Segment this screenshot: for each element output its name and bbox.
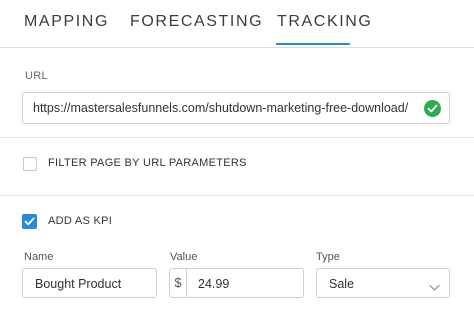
check-circle-icon: [424, 100, 441, 117]
tab-tracking[interactable]: TRACKING: [277, 13, 372, 31]
url-input[interactable]: https://mastersalesfunnels.com/shutdown-…: [22, 92, 450, 124]
value-field-label: Value: [170, 251, 198, 263]
add-as-kpi-label: ADD AS KPI: [48, 215, 113, 227]
value-input[interactable]: $ 24.99: [169, 268, 304, 298]
kpi-section: ADD AS KPI Name Value Type Bought Produc…: [0, 197, 474, 326]
value-input-value: 24.99: [198, 277, 230, 291]
name-field-label: Name: [24, 251, 54, 263]
type-select-value: Sale: [329, 277, 355, 291]
filter-section: FILTER PAGE BY URL PARAMETERS: [0, 139, 474, 196]
name-input-value: Bought Product: [35, 277, 122, 291]
type-field-label: Type: [316, 251, 340, 263]
tab-forecasting[interactable]: FORECASTING: [130, 13, 263, 31]
active-tab-indicator: [276, 43, 350, 45]
url-section: URL https://mastersalesfunnels.com/shutd…: [0, 49, 474, 138]
add-as-kpi-checkbox[interactable]: [22, 214, 37, 229]
tab-bar: MAPPING FORECASTING TRACKING: [0, 0, 474, 48]
tab-mapping[interactable]: MAPPING: [24, 13, 109, 31]
currency-prefix: $: [170, 269, 187, 297]
type-select[interactable]: Sale: [316, 268, 450, 298]
filter-url-params-checkbox[interactable]: [23, 157, 37, 171]
url-label: URL: [25, 70, 48, 82]
filter-url-params-label: FILTER PAGE BY URL PARAMETERS: [48, 157, 247, 169]
url-input-value: https://mastersalesfunnels.com/shutdown-…: [33, 101, 409, 115]
name-input[interactable]: Bought Product: [22, 268, 157, 298]
chevron-down-icon: [429, 279, 440, 297]
